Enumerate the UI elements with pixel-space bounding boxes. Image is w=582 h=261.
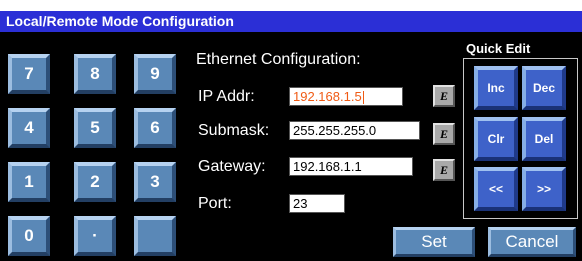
key-7[interactable]: 7 [8,54,50,94]
gateway-field[interactable]: 192.168.1.1 [289,157,413,176]
cancel-button[interactable]: Cancel [488,227,576,257]
ip-edit-button[interactable]: E [433,85,455,107]
ip-address-field[interactable]: 192.168.1.5 [289,87,403,106]
key-0[interactable]: 0 [8,216,50,256]
quick-edit-title: Quick Edit [466,41,531,56]
gateway-label: Gateway: [198,158,266,175]
key-6[interactable]: 6 [134,108,176,148]
dec-button[interactable]: Dec [522,66,566,110]
submask-field[interactable]: 255.255.255.0 [289,121,420,140]
ip-address-value: 192.168.1.5 [293,89,362,104]
key-3[interactable]: 3 [134,162,176,202]
text-caret [362,91,364,105]
ip-label: IP Addr: [198,88,255,105]
key-2[interactable]: 2 [74,162,116,202]
key-4[interactable]: 4 [8,108,50,148]
key-decimal[interactable]: · [74,216,116,256]
inc-button[interactable]: Inc [474,66,518,110]
delete-button[interactable]: Del [522,117,566,161]
port-field[interactable]: 23 [289,194,345,213]
window-title: Local/Remote Mode Configuration [0,11,582,32]
clear-button[interactable]: Clr [474,117,518,161]
key-1[interactable]: 1 [8,162,50,202]
key-9[interactable]: 9 [134,54,176,94]
key-5[interactable]: 5 [74,108,116,148]
key-8[interactable]: 8 [74,54,116,94]
gateway-edit-button[interactable]: E [433,159,455,181]
ethernet-heading: Ethernet Configuration: [196,51,361,68]
port-label: Port: [198,195,232,212]
set-button[interactable]: Set [393,227,475,257]
config-window: Local/Remote Mode Configuration 7 8 9 4 … [0,0,582,261]
cursor-right-button[interactable]: >> [522,167,566,211]
cursor-left-button[interactable]: << [474,167,518,211]
submask-edit-button[interactable]: E [433,123,455,145]
key-blank[interactable] [134,216,176,256]
submask-label: Submask: [198,122,270,139]
